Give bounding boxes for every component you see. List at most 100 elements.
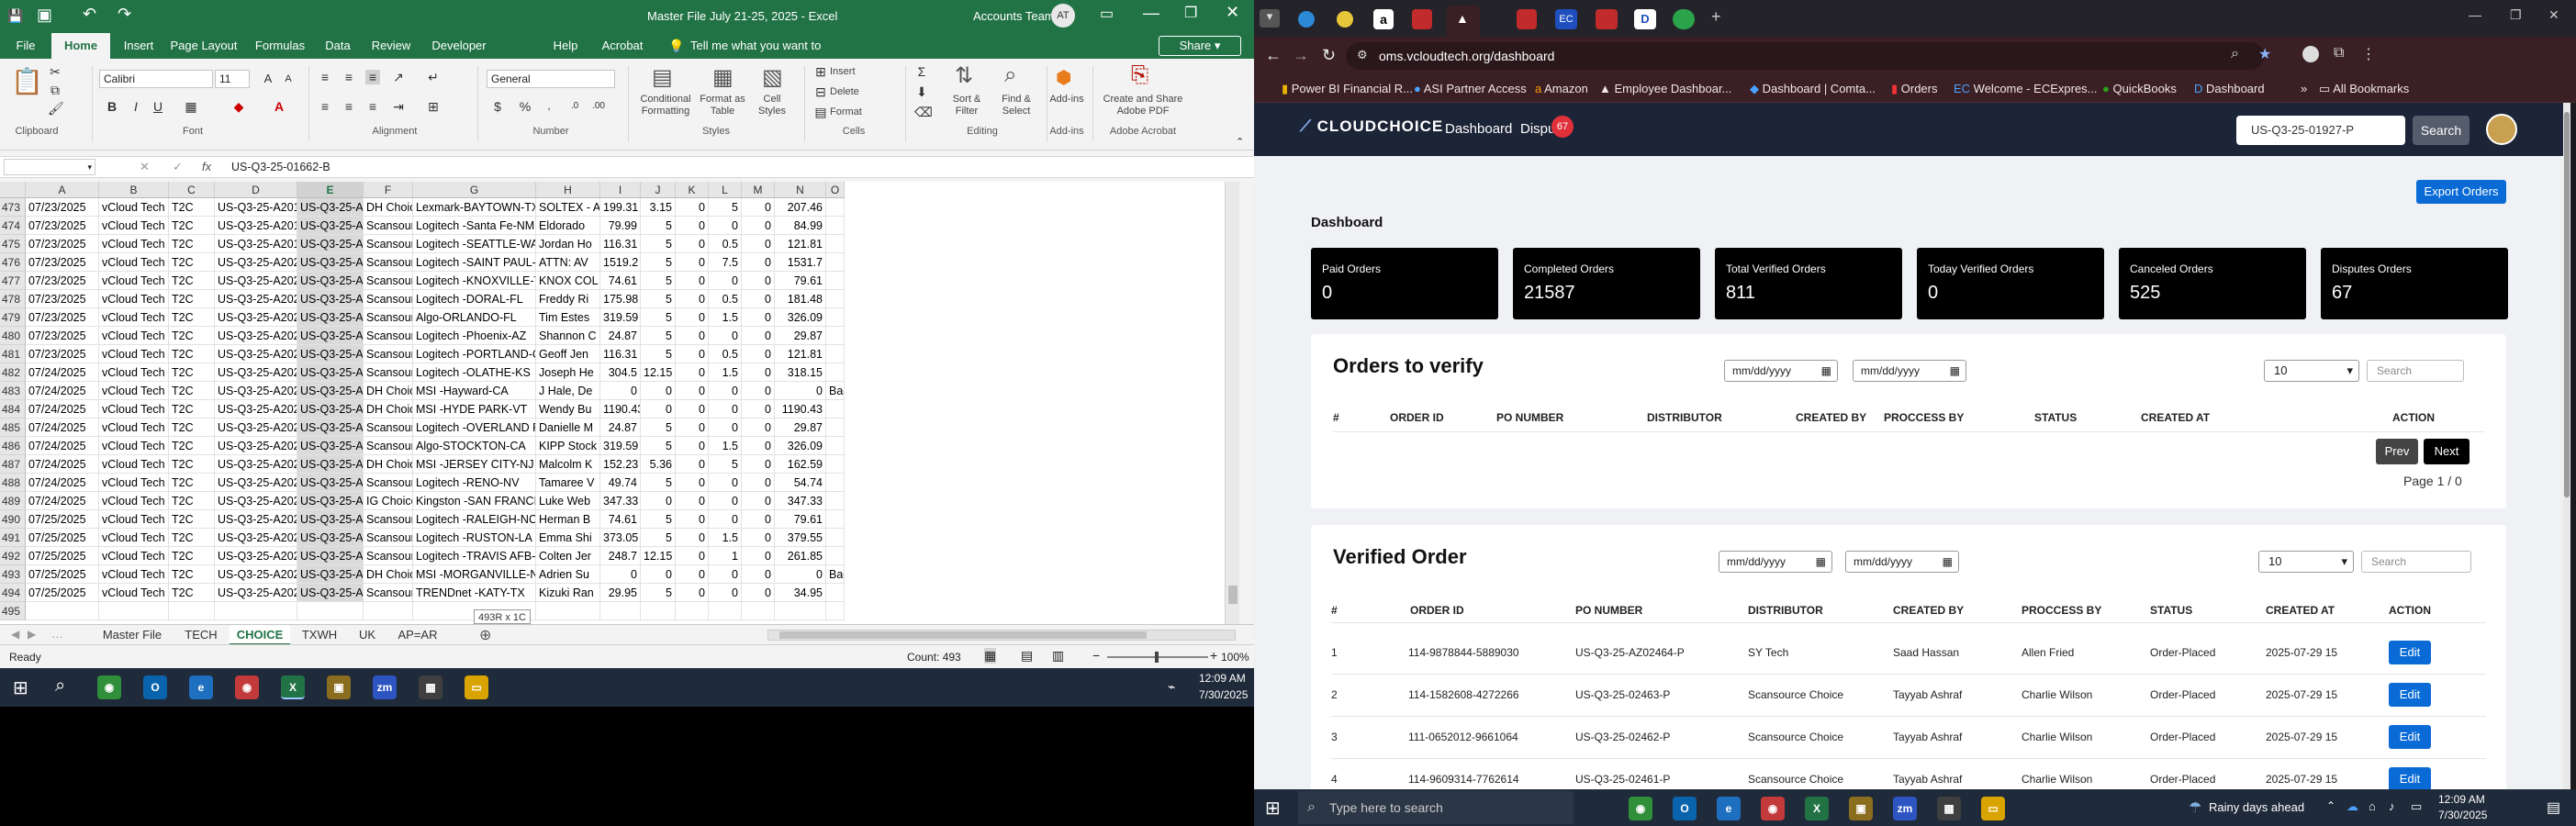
zoom-app-icon[interactable]: zm <box>1893 797 1917 820</box>
column-header[interactable]: M <box>742 182 775 198</box>
tray-chevron-icon[interactable]: ⌃ <box>2326 799 2335 812</box>
column-header[interactable]: K <box>676 182 709 198</box>
cell[interactable]: Shannon C <box>536 327 600 345</box>
edit-button[interactable]: Edit <box>2389 725 2431 749</box>
cell[interactable]: US-Q3-25-A202119-P <box>215 437 297 455</box>
autosum-icon[interactable]: Σ <box>914 64 929 79</box>
tab-search-icon[interactable]: ▾ <box>1260 9 1280 28</box>
row-header[interactable]: 488 <box>0 474 26 492</box>
cell[interactable]: 0 <box>676 253 709 272</box>
cell[interactable]: 0 <box>709 510 742 529</box>
column-header[interactable]: L <box>709 182 742 198</box>
cell[interactable]: US-Q3-25-A201942-P <box>215 198 297 217</box>
column-header[interactable]: J <box>641 182 676 198</box>
maximize-icon[interactable]: ❐ <box>1184 4 1197 22</box>
cell[interactable]: 0 <box>709 419 742 437</box>
weather-text[interactable]: Rainy days ahead <box>2209 800 2304 814</box>
number-format-select[interactable]: General <box>487 70 615 88</box>
cell[interactable]: US-Q3-25-AZ02212-B <box>297 565 364 584</box>
normal-view-icon[interactable]: ▦ <box>984 648 997 664</box>
cell[interactable]: 0 <box>742 474 775 492</box>
cell[interactable]: 0 <box>775 382 826 400</box>
grow-font-icon[interactable]: A <box>261 72 275 86</box>
align-top-icon[interactable]: ≡ <box>318 70 332 84</box>
align-bottom-icon[interactable]: ≡ <box>365 70 380 84</box>
bookmark-orders[interactable]: ▮ Orders <box>1891 81 1938 97</box>
network-icon[interactable]: ⌁ <box>1168 679 1175 695</box>
cell[interactable]: vCloud Tech <box>99 492 169 510</box>
cell[interactable]: 07/23/2025 <box>26 235 99 253</box>
cell[interactable]: 0 <box>676 474 709 492</box>
cell[interactable]: 318.15 <box>775 363 826 382</box>
cell[interactable]: 07/25/2025 <box>26 584 99 602</box>
page-scrollbar[interactable] <box>2563 103 2570 789</box>
cell[interactable] <box>826 529 845 547</box>
column-header[interactable]: O <box>826 182 845 198</box>
sheet-tab-tech[interactable]: TECH <box>176 625 226 645</box>
cut-icon[interactable]: ✂ <box>48 64 62 79</box>
outlook-icon[interactable]: O <box>1673 797 1697 820</box>
name-box[interactable]: ▾ <box>4 159 95 175</box>
cell[interactable]: 0 <box>600 382 641 400</box>
cell[interactable]: 347.33 <box>600 492 641 510</box>
collapse-ribbon-icon[interactable]: ⌃ <box>1236 136 1244 148</box>
tab-favicon[interactable]: D <box>1634 9 1656 29</box>
bookmark-employee[interactable]: ▲ Employee Dashboar... <box>1599 81 1731 97</box>
select-all-corner[interactable] <box>0 182 26 198</box>
row-header[interactable]: 473 <box>0 198 26 217</box>
cell[interactable]: T2C <box>169 327 215 345</box>
cell[interactable] <box>826 253 845 272</box>
back-icon[interactable]: ← <box>1265 46 1282 65</box>
underline-icon[interactable]: U <box>151 99 165 114</box>
sheet-tab-uk[interactable]: UK <box>349 625 386 645</box>
cell[interactable]: Colten Jer <box>536 547 600 565</box>
tell-me-box[interactable]: Tell me what you want to do <box>690 33 837 78</box>
cell[interactable]: 12.15 <box>641 547 676 565</box>
cell[interactable]: 5 <box>641 529 676 547</box>
bookmark-star-icon[interactable]: ★ <box>2258 45 2271 63</box>
cell[interactable]: 07/23/2025 <box>26 308 99 327</box>
calendar-icon[interactable]: ▦ <box>1821 361 1831 381</box>
cell[interactable]: US-Q3-25-AZ02043-B <box>297 345 364 363</box>
cell[interactable]: 0 <box>742 308 775 327</box>
zoom-thumb[interactable] <box>1155 652 1159 663</box>
tab-formulas[interactable]: Formulas <box>250 33 310 59</box>
column-header[interactable]: D <box>215 182 297 198</box>
cell[interactable]: 0 <box>742 510 775 529</box>
tab-file[interactable]: File <box>7 33 44 59</box>
cell[interactable]: 07/24/2025 <box>26 492 99 510</box>
cell[interactable]: T2C <box>169 198 215 217</box>
cell[interactable]: Scansource Ch <box>364 327 413 345</box>
cell[interactable]: 0.5 <box>709 290 742 308</box>
cell[interactable]: 5 <box>641 290 676 308</box>
cell[interactable]: Logitech -TRAVIS AFB-CA <box>413 547 536 565</box>
format-as-table-button[interactable]: Format as Table <box>698 94 747 117</box>
cell[interactable]: 1.5 <box>709 529 742 547</box>
cell[interactable]: US-Q3-25-AZ02217-B <box>297 547 364 565</box>
cell[interactable]: Scansource Ch <box>364 363 413 382</box>
cell[interactable]: 0 <box>742 382 775 400</box>
wrap-text-icon[interactable]: ↵ <box>426 70 441 84</box>
cell[interactable]: 07/24/2025 <box>26 419 99 437</box>
cell[interactable]: 0 <box>676 529 709 547</box>
cell[interactable]: 0 <box>676 565 709 584</box>
windows-start-icon[interactable]: ⊞ <box>13 676 28 699</box>
cell[interactable]: 0 <box>742 235 775 253</box>
edit-button[interactable]: Edit <box>2389 767 2431 789</box>
cell[interactable]: 0 <box>709 474 742 492</box>
cell[interactable]: US-Q3-25-A202127-P <box>215 455 297 474</box>
column-header[interactable]: E <box>297 182 364 198</box>
from-date-input[interactable]: mm/dd/yyyy ▦ <box>1719 551 1832 573</box>
cell[interactable] <box>826 419 845 437</box>
find-select-button[interactable]: Find & Select <box>991 94 1041 117</box>
cell[interactable]: 74.61 <box>600 510 641 529</box>
cell[interactable]: 0 <box>742 272 775 290</box>
cell[interactable]: 1.5 <box>709 437 742 455</box>
cell[interactable]: vCloud Tech <box>99 474 169 492</box>
cell[interactable]: 319.59 <box>600 308 641 327</box>
cell[interactable]: 0 <box>709 400 742 419</box>
format-as-table-icon[interactable]: ▦ <box>712 64 734 91</box>
cell[interactable]: 326.09 <box>775 437 826 455</box>
cell[interactable]: US-Q3-25-A202132-P <box>215 474 297 492</box>
cell[interactable] <box>169 602 215 620</box>
